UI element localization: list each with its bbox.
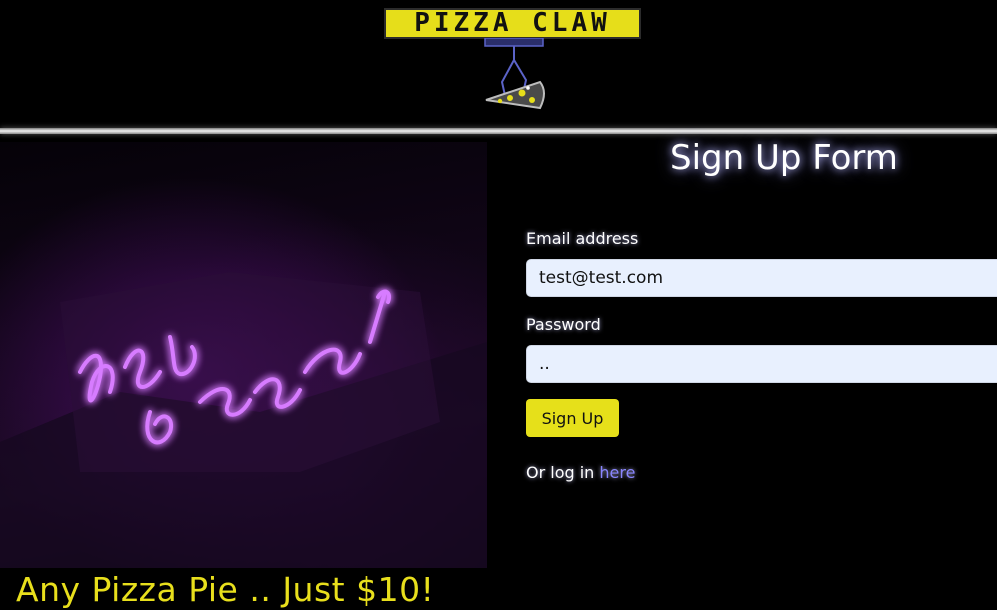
site-header: PIZZA CLAW [0, 0, 997, 128]
site-logo[interactable]: PIZZA CLAW [384, 8, 641, 39]
pizza-claw-icon [484, 38, 545, 110]
email-field[interactable] [526, 259, 997, 297]
header-divider [0, 128, 997, 134]
sign-up-button[interactable]: Sign Up [526, 399, 619, 437]
login-prefix-text: Or log in [526, 463, 600, 482]
promo-headline: Any Pizza Pie .. Just $10! [16, 570, 435, 609]
form-title: Sign Up Form [670, 138, 898, 178]
password-label: Password [526, 315, 601, 334]
neon-hot-pizza-image [0, 142, 487, 568]
login-prompt: Or log in here [526, 463, 635, 483]
email-label: Email address [526, 229, 639, 248]
login-link[interactable]: here [599, 463, 635, 482]
password-field[interactable] [526, 345, 997, 383]
